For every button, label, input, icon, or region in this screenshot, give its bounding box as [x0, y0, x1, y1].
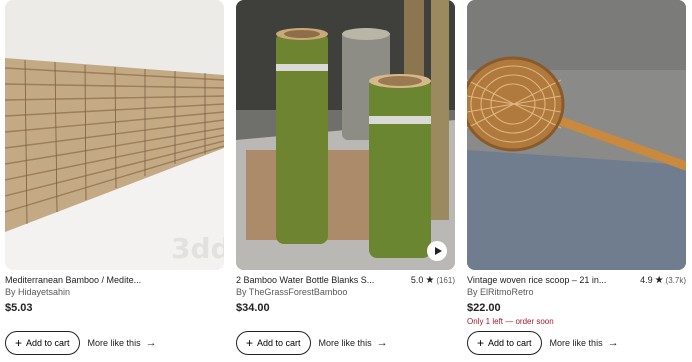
more-like-this-label: More like this [318, 338, 372, 348]
arrow-right-icon: → [607, 337, 619, 349]
rating-count: (161) [436, 276, 455, 285]
arrow-right-icon: → [376, 337, 388, 349]
add-to-cart-button[interactable]: + Add to cart [236, 331, 311, 355]
listing-image[interactable] [236, 0, 455, 270]
listing-card-1[interactable]: 3dd Mediterranean Bamboo / Medite... By … [5, 0, 224, 355]
rating-score: 5.0 [410, 275, 424, 285]
shop-name[interactable]: By ElRitmoRetro [467, 287, 686, 298]
add-to-cart-label: Add to cart [26, 338, 70, 348]
more-like-this-label: More like this [549, 338, 603, 348]
more-like-this-link[interactable]: More like this → [319, 337, 388, 349]
listing-price: $34.00 [236, 302, 270, 314]
plus-icon: + [246, 336, 254, 350]
shop-name[interactable]: By Hidayetsahin [5, 287, 224, 298]
add-to-cart-button[interactable]: + Add to cart [467, 331, 542, 355]
bamboo-bottles-photo [236, 0, 455, 270]
add-to-cart-label: Add to cart [488, 338, 532, 348]
rating: 5.0 ★ (161) [411, 275, 455, 286]
listing-card-2[interactable]: 2 Bamboo Water Bottle Blanks S... 5.0 ★ … [236, 0, 455, 355]
listing-title[interactable]: 2 Bamboo Water Bottle Blanks S... [236, 275, 374, 286]
listing-title[interactable]: Vintage woven rice scoop – 21 in... [467, 275, 606, 286]
star-icon: ★ [654, 275, 664, 286]
listing-image[interactable]: 3dd [5, 0, 224, 270]
svg-text:3dd: 3dd [171, 232, 224, 265]
more-like-this-link[interactable]: More like this → [88, 337, 157, 349]
low-stock-note: Only 1 left — order soon [467, 317, 554, 326]
listing-price: $22.00 [467, 302, 501, 314]
bamboo-fence-photo: 3dd [5, 0, 224, 270]
rating-count: (3.7k) [665, 276, 686, 285]
arrow-right-icon: → [145, 337, 157, 349]
shop-name[interactable]: By TheGrassForestBamboo [236, 287, 455, 298]
listing-title[interactable]: Mediterranean Bamboo / Medite... [5, 275, 141, 286]
star-icon: ★ [425, 275, 435, 286]
play-icon [434, 247, 442, 255]
rice-scoop-photo [467, 0, 686, 270]
plus-icon: + [477, 336, 485, 350]
listing-image[interactable] [467, 0, 686, 270]
plus-icon: + [15, 336, 23, 350]
listing-price: $5.03 [5, 302, 33, 314]
more-like-this-link[interactable]: More like this → [550, 337, 619, 349]
add-to-cart-label: Add to cart [257, 338, 301, 348]
more-like-this-label: More like this [87, 338, 141, 348]
play-video-button[interactable] [427, 241, 447, 261]
rating: 4.9 ★ (3.7k) [640, 275, 686, 286]
listing-card-3[interactable]: Vintage woven rice scoop – 21 in... 4.9 … [467, 0, 686, 355]
rating-score: 4.9 [640, 275, 653, 285]
add-to-cart-button[interactable]: + Add to cart [5, 331, 80, 355]
